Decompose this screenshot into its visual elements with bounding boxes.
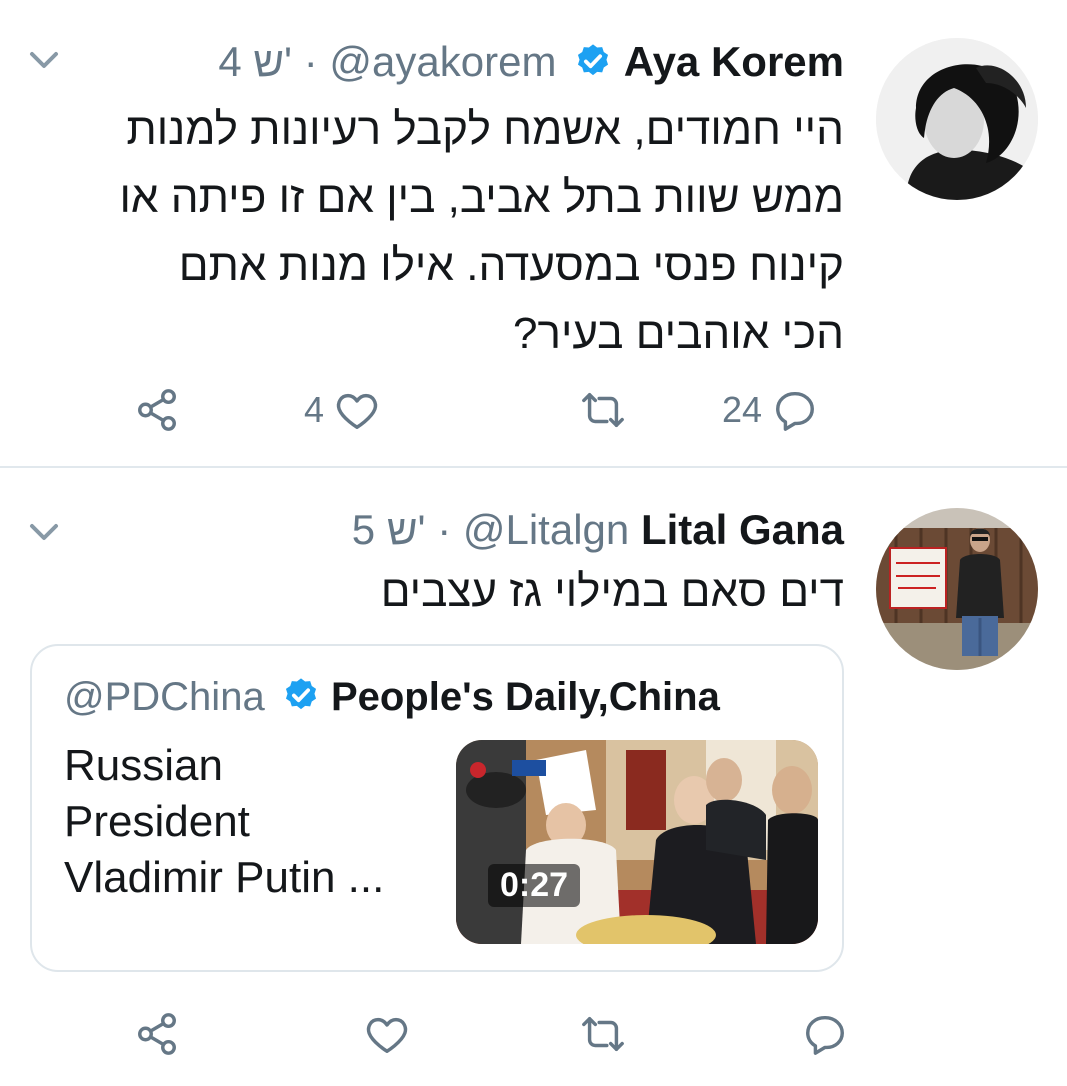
quoted-tweet-header: @PDChina People's Daily,China <box>64 672 720 722</box>
user-handle[interactable]: @ayakorem <box>329 38 556 85</box>
reply-icon <box>806 1015 844 1055</box>
tweet-actions: 4 24 <box>0 380 1067 440</box>
reply-button[interactable]: 24 <box>722 380 818 440</box>
retweet-button[interactable] <box>570 380 626 440</box>
like-icon <box>366 1017 408 1053</box>
video-duration: 0:27 <box>488 864 581 907</box>
quoted-tweet-text: Russian President Vladimir Putin ... <box>64 738 444 906</box>
like-count: 4 <box>304 389 325 430</box>
quoted-user-name: People's Daily,China <box>330 675 720 719</box>
chevron-down-icon[interactable] <box>24 512 64 552</box>
quoted-user-handle: @PDChina <box>64 675 265 719</box>
verified-badge-icon <box>285 678 316 710</box>
reply-count: 24 <box>722 389 763 430</box>
share-button[interactable] <box>134 380 180 440</box>
tweet-aya-korem[interactable]: 4 ש' · @ayakorem Aya Korem היי חמודים, א… <box>0 0 1067 468</box>
avatar[interactable] <box>876 38 1038 200</box>
tweet-text: דים סאם במילוי גז עצבים <box>381 558 844 626</box>
retweet-icon <box>582 392 624 428</box>
tweet-text: היי חמודים, אשמח לקבל רעיונות למנות ממש … <box>119 96 844 368</box>
like-button[interactable] <box>354 1004 410 1064</box>
share-icon <box>138 389 176 431</box>
avatar[interactable] <box>876 508 1038 670</box>
chevron-down-icon[interactable] <box>24 40 64 80</box>
share-icon <box>138 1013 176 1055</box>
reply-button[interactable] <box>792 1004 848 1064</box>
video-thumbnail[interactable]: 0:27 <box>456 740 818 944</box>
like-icon <box>336 393 378 429</box>
video-thumbnail-image <box>456 740 818 944</box>
tweet-text-line: הכי אוהבים בעיר? <box>513 309 844 358</box>
like-button[interactable]: 4 <box>304 380 380 440</box>
tweet-text-line: דים סאם במילוי גז עצבים <box>380 567 844 616</box>
separator-dot: · <box>437 506 452 553</box>
retweet-icon <box>582 1016 624 1052</box>
separator-dot: · <box>303 38 318 85</box>
user-name[interactable]: Lital Gana <box>641 506 844 553</box>
avatar-photo <box>876 508 1038 670</box>
user-handle[interactable]: @Litalgn <box>463 506 629 553</box>
tweet-text-line: ממש שוות בתל אביב, בין אם זו פיתה או <box>119 173 844 222</box>
tweet-actions <box>0 1004 1067 1064</box>
quoted-tweet[interactable]: @PDChina People's Daily,China Russian Pr… <box>30 644 844 972</box>
quoted-text-line: President <box>64 797 250 846</box>
tweet-header: 5 ש' · @Litalgn Lital Gana <box>352 504 844 556</box>
tweet-header: 4 ש' · @ayakorem Aya Korem <box>218 36 844 88</box>
share-button[interactable] <box>134 1004 180 1064</box>
quoted-text-line: Vladimir Putin ... <box>64 853 385 902</box>
tweet-text-line: היי חמודים, אשמח לקבל רעיונות למנות <box>126 105 844 154</box>
reply-icon <box>776 391 815 431</box>
retweet-button[interactable] <box>570 1004 626 1064</box>
tweet-text-line: קינוח פנסי במסעדה. אילו מנות אתם <box>178 241 844 290</box>
tweet-lital-gana[interactable]: 5 ש' · @Litalgn Lital Gana דים סאם במילו… <box>0 468 1067 1086</box>
tweet-time[interactable]: 5 ש' <box>352 506 426 553</box>
quoted-text-line: Russian <box>64 741 223 790</box>
verified-badge-icon <box>578 44 609 76</box>
tweet-time[interactable]: 4 ש' <box>218 38 292 85</box>
avatar-photo <box>876 38 1038 200</box>
user-name[interactable]: Aya Korem <box>624 38 844 85</box>
